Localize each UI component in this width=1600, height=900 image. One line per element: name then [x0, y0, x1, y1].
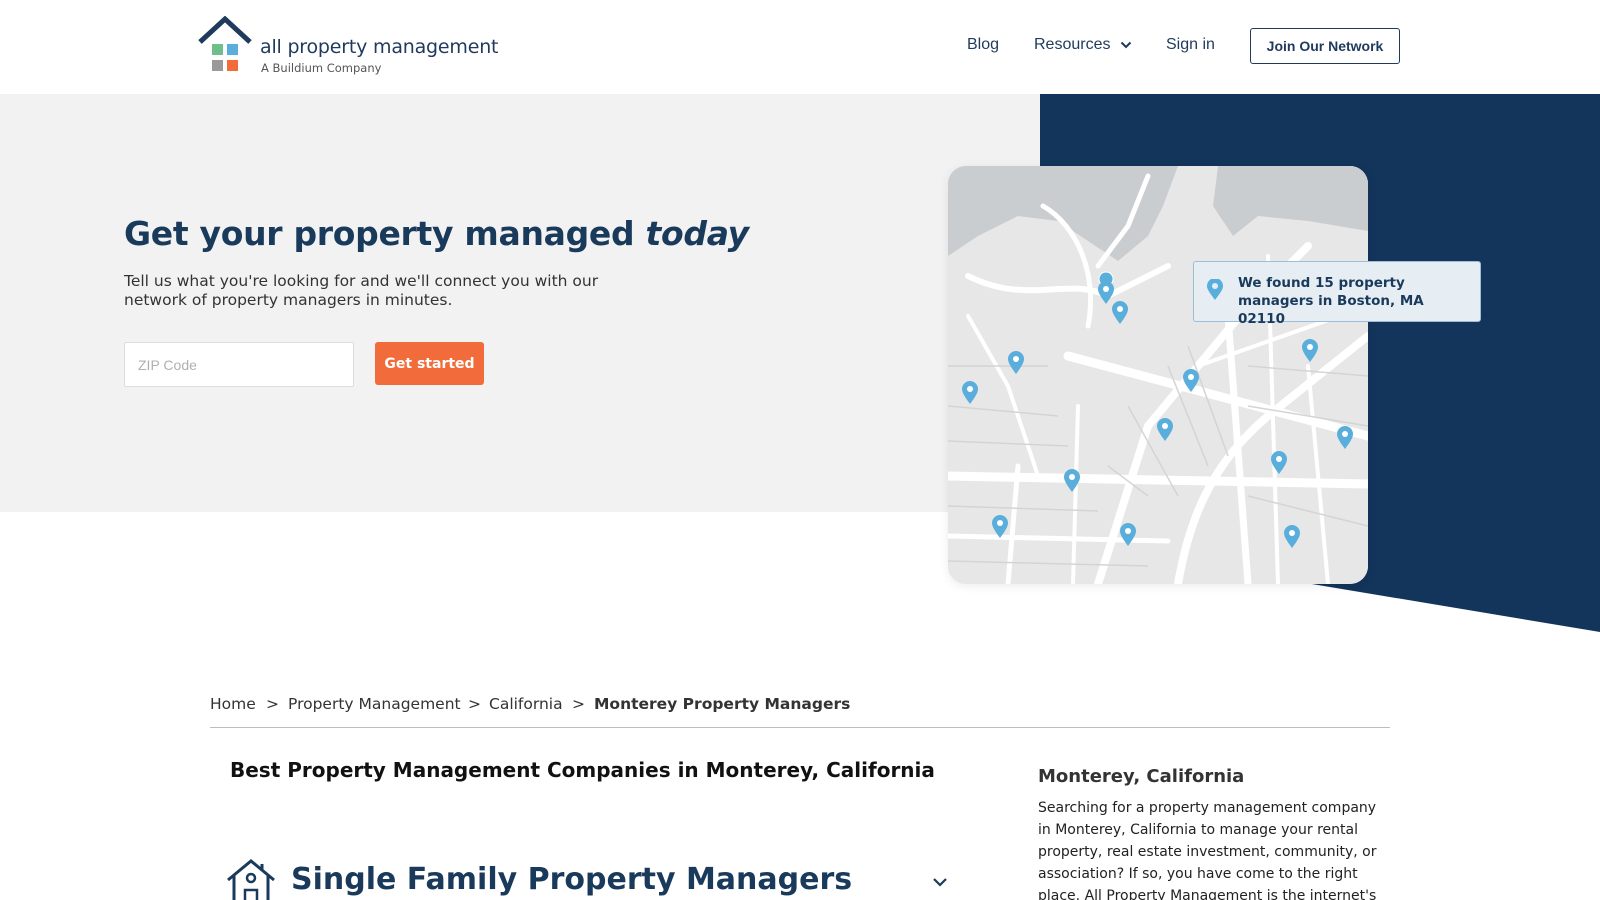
nav-sign-in-link[interactable]: Sign in — [1166, 36, 1215, 54]
map-graphic — [948, 166, 1368, 584]
section-title[interactable]: Single Family Property Managers — [291, 862, 852, 897]
boston-map — [948, 166, 1368, 584]
join-network-button[interactable]: Join Our Network — [1250, 28, 1400, 64]
page-heading: Best Property Management Companies in Mo… — [230, 758, 935, 782]
sidebar-title: Monterey, California — [1038, 766, 1245, 787]
found-managers-text: We found 15 property managers in Boston,… — [1238, 275, 1424, 327]
breadcrumb-separator: > — [572, 695, 585, 713]
hero-title: Get your property managed today — [124, 214, 749, 253]
breadcrumb-separator: > — [266, 695, 279, 713]
brand-name: all property management — [260, 36, 499, 58]
brand-logo[interactable]: all property management A Buildium Compa… — [198, 16, 498, 80]
breadcrumb-separator: > — [468, 695, 481, 713]
chevron-down-icon[interactable] — [1120, 40, 1132, 50]
sidebar-description: Searching for a property management comp… — [1038, 800, 1377, 900]
breadcrumb-home[interactable]: Home — [210, 695, 256, 713]
house-logo-icon — [198, 16, 252, 71]
zip-code-input[interactable] — [124, 342, 354, 387]
breadcrumb-property-management[interactable]: Property Management — [288, 695, 461, 713]
found-managers-callout: We found 15 property managers in Boston,… — [1193, 261, 1481, 327]
breadcrumb-current: Monterey Property Managers — [594, 695, 851, 713]
site-header: all property management A Buildium Compa… — [0, 0, 1600, 94]
get-started-button[interactable]: Get started — [375, 342, 484, 385]
breadcrumb-california[interactable]: California — [489, 695, 563, 713]
chevron-down-icon[interactable] — [932, 876, 948, 888]
hero-subtitle: Tell us what you're looking for and we'l… — [124, 272, 599, 309]
breadcrumb: Home > Property Management > California … — [210, 692, 1390, 728]
nav-blog-link[interactable]: Blog — [967, 36, 999, 54]
map-pin-icon — [1207, 279, 1223, 300]
nav-resources-link[interactable]: Resources — [1034, 36, 1110, 54]
brand-tagline: A Buildium Company — [261, 61, 382, 75]
house-icon — [227, 859, 275, 900]
